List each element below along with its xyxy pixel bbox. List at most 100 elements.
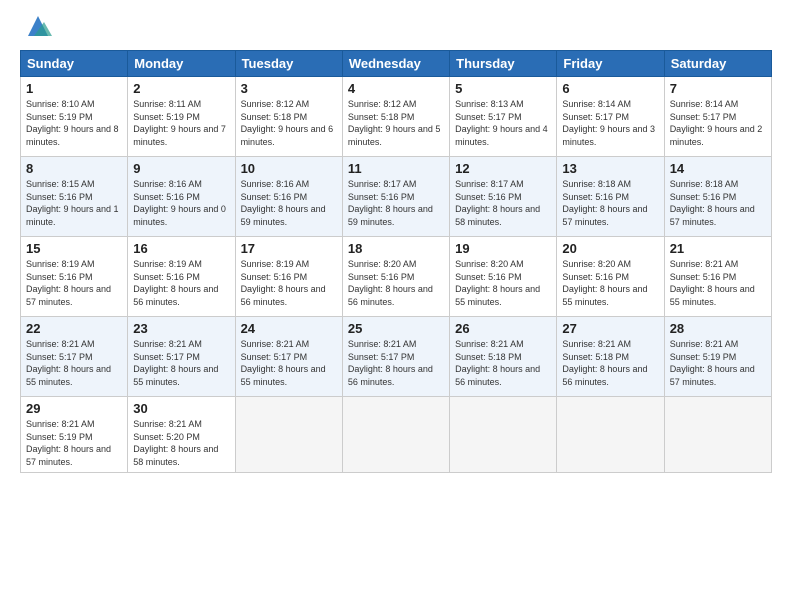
calendar-cell: 22Sunrise: 8:21 AMSunset: 5:17 PMDayligh… <box>21 317 128 397</box>
day-detail: Sunrise: 8:12 AMSunset: 5:18 PMDaylight:… <box>348 98 444 148</box>
logo-icon <box>24 12 52 40</box>
calendar-cell: 30 Sunrise: 8:21 AMSunset: 5:20 PMDayligh… <box>128 397 235 473</box>
day-number: 3 <box>241 81 337 96</box>
logo <box>20 16 52 40</box>
calendar-cell: 6 Sunrise: 8:14 AMSunset: 5:17 PMDaylight… <box>557 77 664 157</box>
day-detail: Sunrise: 8:13 AMSunset: 5:17 PMDaylight:… <box>455 98 551 148</box>
calendar-cell: 17 Sunrise: 8:19 AMSunset: 5:16 PMDayligh… <box>235 237 342 317</box>
calendar-cell <box>235 397 342 473</box>
calendar-cell: 19 Sunrise: 8:20 AMSunset: 5:16 PMDayligh… <box>450 237 557 317</box>
day-number: 30 <box>133 401 229 416</box>
calendar-cell: 8 Sunrise: 8:15 AMSunset: 5:16 PMDaylight… <box>21 157 128 237</box>
day-number: 28 <box>670 321 766 336</box>
calendar-cell: 27 Sunrise: 8:21 AMSunset: 5:18 PMDayligh… <box>557 317 664 397</box>
calendar-week-row: 15Sunrise: 8:19 AMSunset: 5:16 PMDayligh… <box>21 237 772 317</box>
day-detail: Sunrise: 8:15 AMSunset: 5:16 PMDaylight:… <box>26 178 122 228</box>
col-header-monday: Monday <box>128 51 235 77</box>
day-number: 20 <box>562 241 658 256</box>
day-detail: Sunrise: 8:21 AMSunset: 5:17 PMDaylight:… <box>348 338 444 388</box>
day-detail: Sunrise: 8:19 AMSunset: 5:16 PMDaylight:… <box>241 258 337 308</box>
day-number: 17 <box>241 241 337 256</box>
calendar-cell: 23 Sunrise: 8:21 AMSunset: 5:17 PMDayligh… <box>128 317 235 397</box>
calendar-cell: 25 Sunrise: 8:21 AMSunset: 5:17 PMDayligh… <box>342 317 449 397</box>
calendar-cell: 24 Sunrise: 8:21 AMSunset: 5:17 PMDayligh… <box>235 317 342 397</box>
day-detail: Sunrise: 8:19 AMSunset: 5:16 PMDaylight:… <box>26 258 122 308</box>
day-detail: Sunrise: 8:21 AMSunset: 5:18 PMDaylight:… <box>562 338 658 388</box>
day-detail: Sunrise: 8:10 AMSunset: 5:19 PMDaylight:… <box>26 98 122 148</box>
day-detail: Sunrise: 8:16 AMSunset: 5:16 PMDaylight:… <box>241 178 337 228</box>
day-number: 8 <box>26 161 122 176</box>
calendar-cell: 29 Sunrise: 8:21 AMSunset: 5:19 PMDayligh… <box>21 397 128 473</box>
day-number: 27 <box>562 321 658 336</box>
calendar-week-row: 8 Sunrise: 8:15 AMSunset: 5:16 PMDaylight… <box>21 157 772 237</box>
day-detail: Sunrise: 8:11 AMSunset: 5:19 PMDaylight:… <box>133 98 229 148</box>
day-number: 12 <box>455 161 551 176</box>
calendar-week-row: 29 Sunrise: 8:21 AMSunset: 5:19 PMDayligh… <box>21 397 772 473</box>
calendar-header-row: SundayMondayTuesdayWednesdayThursdayFrid… <box>21 51 772 77</box>
col-header-thursday: Thursday <box>450 51 557 77</box>
calendar-cell: 10 Sunrise: 8:16 AMSunset: 5:16 PMDayligh… <box>235 157 342 237</box>
col-header-sunday: Sunday <box>21 51 128 77</box>
day-detail: Sunrise: 8:21 AMSunset: 5:17 PMDaylight:… <box>241 338 337 388</box>
calendar-cell: 20Sunrise: 8:20 AMSunset: 5:16 PMDayligh… <box>557 237 664 317</box>
day-detail: Sunrise: 8:14 AMSunset: 5:17 PMDaylight:… <box>670 98 766 148</box>
calendar-cell: 4 Sunrise: 8:12 AMSunset: 5:18 PMDaylight… <box>342 77 449 157</box>
page: SundayMondayTuesdayWednesdayThursdayFrid… <box>0 0 792 612</box>
day-detail: Sunrise: 8:17 AMSunset: 5:16 PMDaylight:… <box>348 178 444 228</box>
day-number: 25 <box>348 321 444 336</box>
calendar-cell: 11 Sunrise: 8:17 AMSunset: 5:16 PMDayligh… <box>342 157 449 237</box>
day-number: 1 <box>26 81 122 96</box>
day-detail: Sunrise: 8:20 AMSunset: 5:16 PMDaylight:… <box>348 258 444 308</box>
calendar-cell: 9 Sunrise: 8:16 AMSunset: 5:16 PMDaylight… <box>128 157 235 237</box>
calendar-cell: 28 Sunrise: 8:21 AMSunset: 5:19 PMDayligh… <box>664 317 771 397</box>
calendar-cell <box>664 397 771 473</box>
day-detail: Sunrise: 8:21 AMSunset: 5:19 PMDaylight:… <box>26 418 122 468</box>
col-header-wednesday: Wednesday <box>342 51 449 77</box>
day-number: 13 <box>562 161 658 176</box>
calendar-cell: 15Sunrise: 8:19 AMSunset: 5:16 PMDayligh… <box>21 237 128 317</box>
day-number: 24 <box>241 321 337 336</box>
calendar-cell <box>557 397 664 473</box>
day-number: 2 <box>133 81 229 96</box>
day-detail: Sunrise: 8:21 AMSunset: 5:20 PMDaylight:… <box>133 418 229 468</box>
day-detail: Sunrise: 8:16 AMSunset: 5:16 PMDaylight:… <box>133 178 229 228</box>
day-detail: Sunrise: 8:18 AMSunset: 5:16 PMDaylight:… <box>562 178 658 228</box>
calendar-cell: 16 Sunrise: 8:19 AMSunset: 5:16 PMDayligh… <box>128 237 235 317</box>
day-number: 22 <box>26 321 122 336</box>
day-number: 5 <box>455 81 551 96</box>
calendar-cell <box>342 397 449 473</box>
day-detail: Sunrise: 8:18 AMSunset: 5:16 PMDaylight:… <box>670 178 766 228</box>
col-header-friday: Friday <box>557 51 664 77</box>
calendar-table: SundayMondayTuesdayWednesdayThursdayFrid… <box>20 50 772 473</box>
calendar-cell: 26Sunrise: 8:21 AMSunset: 5:18 PMDayligh… <box>450 317 557 397</box>
day-number: 23 <box>133 321 229 336</box>
calendar-cell: 13 Sunrise: 8:18 AMSunset: 5:16 PMDayligh… <box>557 157 664 237</box>
day-number: 4 <box>348 81 444 96</box>
calendar-week-row: 22 Sunrise: 8:21 AMSunset: 5:17 PMDayligh… <box>21 317 772 397</box>
day-number: 29 <box>26 401 122 416</box>
day-detail: Sunrise: 8:14 AMSunset: 5:17 PMDaylight:… <box>562 98 658 148</box>
col-header-tuesday: Tuesday <box>235 51 342 77</box>
calendar-cell: 21Sunrise: 8:21 AMSunset: 5:16 PMDayligh… <box>664 237 771 317</box>
day-number: 11 <box>348 161 444 176</box>
day-number: 19 <box>455 241 551 256</box>
day-number: 6 <box>562 81 658 96</box>
day-detail: Sunrise: 8:21 AMSunset: 5:19 PMDaylight:… <box>670 338 766 388</box>
calendar-cell: 12 Sunrise: 8:17 AMSunset: 5:16 PMDayligh… <box>450 157 557 237</box>
day-detail: Sunrise: 8:17 AMSunset: 5:16 PMDaylight:… <box>455 178 551 228</box>
day-number: 16 <box>133 241 229 256</box>
day-detail: Sunrise: 8:21 AMSunset: 5:17 PMDaylight:… <box>133 338 229 388</box>
day-number: 7 <box>670 81 766 96</box>
day-number: 26 <box>455 321 551 336</box>
day-number: 10 <box>241 161 337 176</box>
day-detail: Sunrise: 8:19 AMSunset: 5:16 PMDaylight:… <box>133 258 229 308</box>
day-detail: Sunrise: 8:20 AMSunset: 5:16 PMDaylight:… <box>455 258 551 308</box>
calendar-cell <box>450 397 557 473</box>
day-number: 9 <box>133 161 229 176</box>
header <box>20 16 772 40</box>
day-detail: Sunrise: 8:12 AMSunset: 5:18 PMDaylight:… <box>241 98 337 148</box>
calendar-week-row: 1 Sunrise: 8:10 AMSunset: 5:19 PMDaylight… <box>21 77 772 157</box>
calendar-cell: 7 Sunrise: 8:14 AMSunset: 5:17 PMDaylight… <box>664 77 771 157</box>
day-number: 21 <box>670 241 766 256</box>
col-header-saturday: Saturday <box>664 51 771 77</box>
